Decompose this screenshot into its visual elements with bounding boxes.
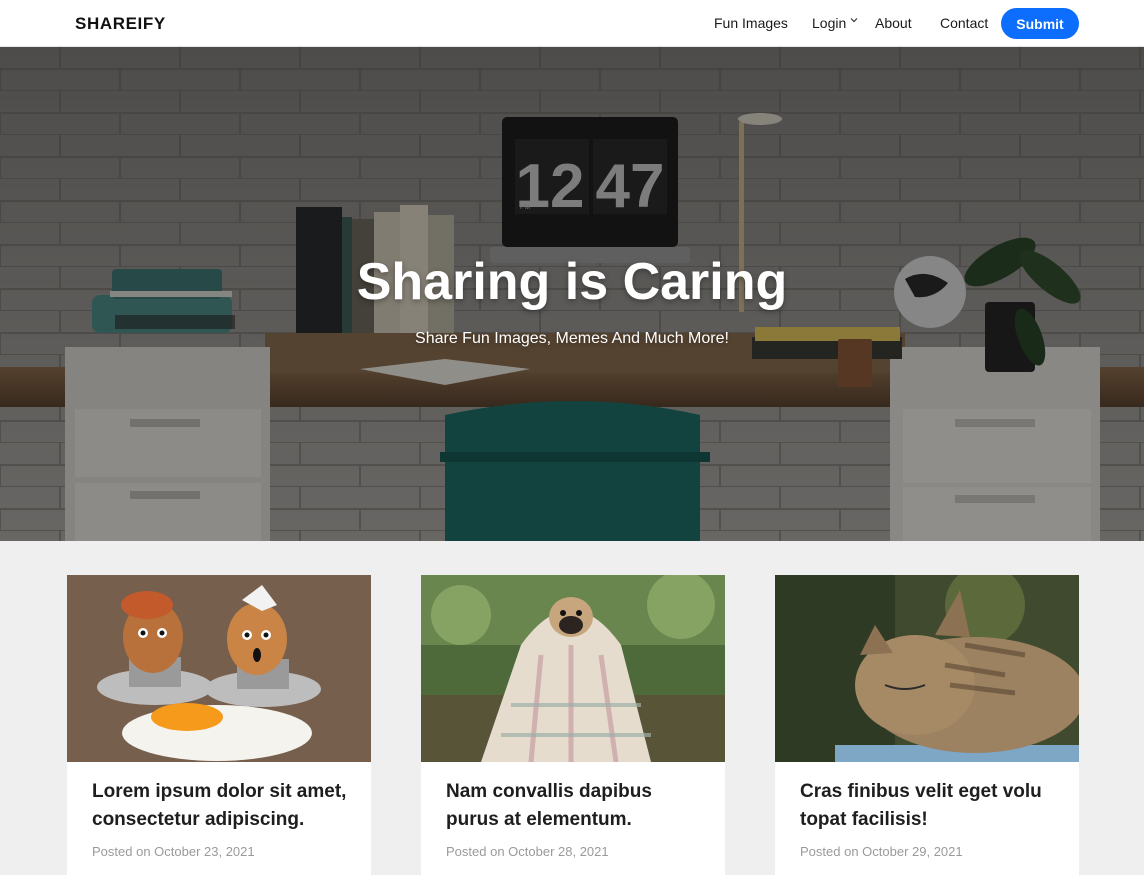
hero-banner: 12 47 PM Sharing is Caring Share Fun Ima… [0,47,1144,541]
post-card[interactable]: Cras finibus velit eget volu topat facil… [775,575,1079,875]
submit-button[interactable]: Submit [1001,8,1079,39]
hero-subtitle: Share Fun Images, Memes And Much More! [415,330,729,347]
nav-contact[interactable]: Contact [940,15,988,31]
nav-login-dropdown[interactable]: Login [812,15,846,31]
brand-logo[interactable]: SHAREIFY [75,14,166,34]
post-card[interactable]: Nam convallis dapibus purus at elementum… [421,575,725,875]
card-image-eggs[interactable] [67,575,371,762]
card-image-pug[interactable] [421,575,725,762]
card-title[interactable]: Lorem ipsum dolor sit amet, consectetur … [92,778,352,834]
card-image-cat[interactable] [775,575,1079,762]
hero-title: Sharing is Caring [356,253,788,311]
post-card[interactable]: Lorem ipsum dolor sit amet, consectetur … [67,575,371,875]
card-title[interactable]: Nam convallis dapibus purus at elementum… [446,778,706,834]
card-date: Posted on October 23, 2021 [92,844,255,859]
nav-fun-images[interactable]: Fun Images [714,15,788,31]
chevron-down-icon[interactable] [849,15,859,25]
navbar: SHAREIFY Fun Images Login About Contact … [0,0,1144,47]
card-date: Posted on October 29, 2021 [800,844,963,859]
card-date: Posted on October 28, 2021 [446,844,609,859]
nav-about[interactable]: About [875,15,912,31]
card-title[interactable]: Cras finibus velit eget volu topat facil… [800,778,1060,834]
